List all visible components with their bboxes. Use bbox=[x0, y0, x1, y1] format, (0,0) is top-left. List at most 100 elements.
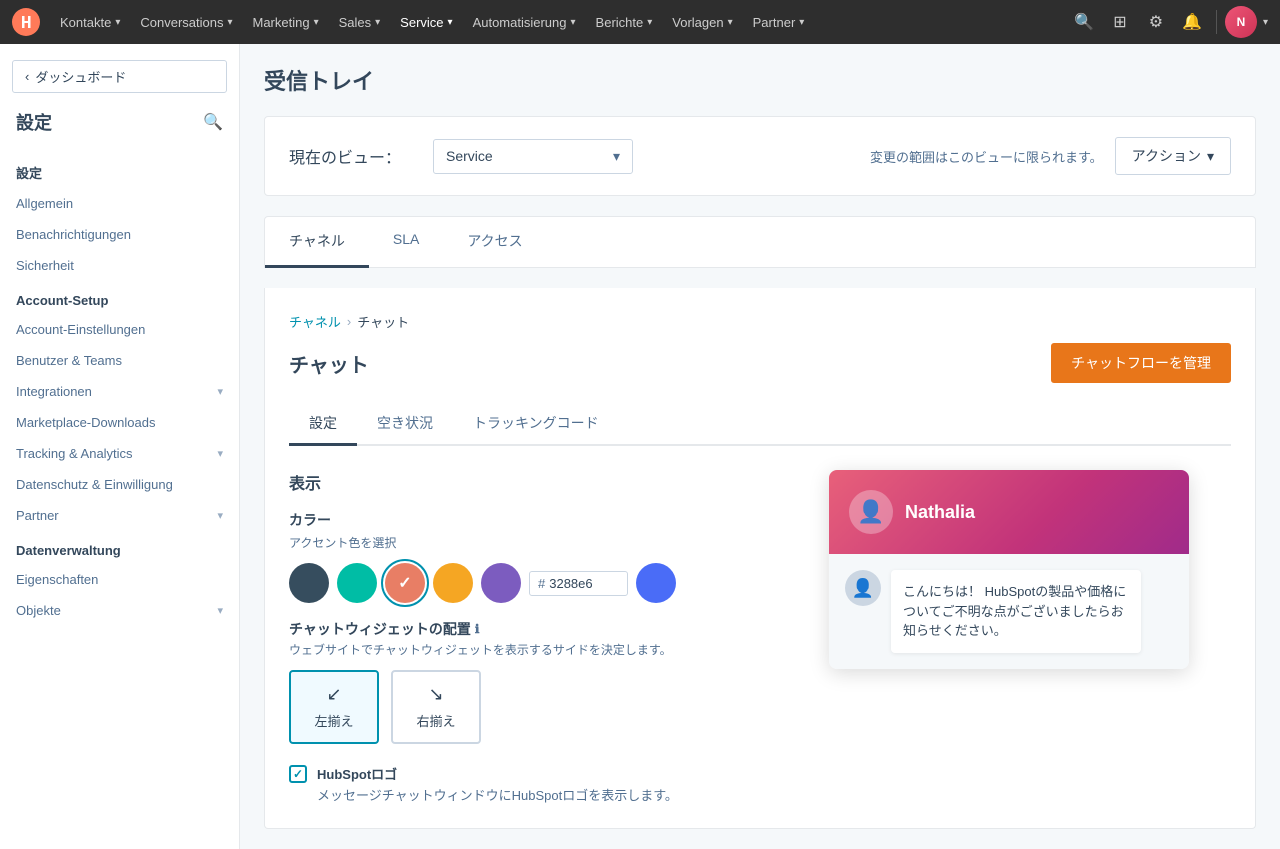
hex-hash: # bbox=[538, 576, 545, 591]
hubspot-logo[interactable] bbox=[12, 8, 40, 36]
breadcrumb-link[interactable]: チャネル bbox=[289, 312, 341, 331]
chevron-down-icon[interactable]: ▾ bbox=[1263, 17, 1268, 28]
chevron-down-icon: ▾ bbox=[217, 385, 223, 398]
nav-item-conversations[interactable]: Conversations ▾ bbox=[132, 11, 240, 34]
sidebar-item-partner[interactable]: Partner ▾ bbox=[0, 500, 239, 531]
chevron-down-icon: ▾ bbox=[217, 447, 223, 460]
tab-sla[interactable]: SLA bbox=[369, 217, 443, 268]
preview-message-text: こんにちは！ HubSpotの製品や価格についてご不明な点がございましたらお知ら… bbox=[903, 584, 1126, 638]
align-left-icon: ↙ bbox=[326, 684, 341, 705]
sidebar: ‹ ダッシュボード 設定 🔍 設定 Allgemein Benachrichti… bbox=[0, 44, 240, 849]
hubspot-logo-row: ✓ HubSpotロゴ メッセージチャットウィンドウにHubSpotロゴを表示し… bbox=[289, 764, 789, 804]
placement-label: チャットウィジェットの配置 ℹ bbox=[289, 619, 789, 639]
nav-item-automatisierung[interactable]: Automatisierung ▾ bbox=[465, 11, 584, 34]
color-sublabel: アクセント色を選択 bbox=[289, 534, 789, 551]
view-selected-value: Service bbox=[446, 148, 493, 164]
sidebar-item-eigenschaften[interactable]: Eigenschaften bbox=[0, 564, 239, 595]
swatch-salmon[interactable]: ✓ bbox=[385, 563, 425, 603]
sidebar-item-integrationen[interactable]: Integrationen ▾ bbox=[0, 376, 239, 407]
chevron-down-icon: ▾ bbox=[571, 17, 576, 28]
action-button[interactable]: アクション ▾ bbox=[1115, 137, 1231, 175]
notifications-icon[interactable]: 🔔 bbox=[1176, 6, 1208, 38]
hubspot-logo-title: HubSpotロゴ bbox=[317, 764, 678, 783]
search-icon[interactable]: 🔍 bbox=[203, 112, 223, 132]
chevron-down-icon: ▾ bbox=[217, 604, 223, 617]
nav-item-marketing[interactable]: Marketing ▾ bbox=[245, 11, 327, 34]
view-selector-left: 現在のビュー： Service ▾ bbox=[289, 139, 633, 174]
avatar[interactable]: N bbox=[1225, 6, 1257, 38]
manage-chat-flow-button[interactable]: チャットフローを管理 bbox=[1051, 343, 1231, 383]
nav-item-vorlagen[interactable]: Vorlagen ▾ bbox=[664, 11, 740, 34]
back-to-dashboard-button[interactable]: ‹ ダッシュボード bbox=[12, 60, 227, 93]
action-btn-label: アクション bbox=[1132, 146, 1201, 166]
view-label: 現在のビュー： bbox=[289, 144, 401, 168]
info-icon[interactable]: ℹ bbox=[475, 622, 480, 636]
tab-access[interactable]: アクセス bbox=[443, 217, 546, 268]
settings-icon[interactable]: ⚙ bbox=[1140, 6, 1172, 38]
view-dropdown[interactable]: Service ▾ bbox=[433, 139, 633, 174]
nav-divider bbox=[1216, 10, 1217, 34]
chevron-down-icon: ▾ bbox=[217, 509, 223, 522]
chat-section-header: チャット チャットフローを管理 bbox=[289, 343, 1231, 383]
nav-item-sales[interactable]: Sales ▾ bbox=[331, 11, 389, 34]
apply-color-button[interactable] bbox=[636, 563, 676, 603]
marketplace-icon[interactable]: ⊞ bbox=[1104, 6, 1136, 38]
breadcrumb: チャネル › チャット bbox=[289, 312, 1231, 331]
chevron-left-icon: ‹ bbox=[25, 69, 29, 84]
sidebar-section-settings: 設定 bbox=[0, 151, 239, 188]
display-section-heading: 表示 bbox=[289, 470, 789, 494]
placement-right-button[interactable]: ↘ 右揃え bbox=[391, 670, 481, 744]
inner-tabs: 設定 空き状況 トラッキングコード bbox=[289, 403, 1231, 446]
chevron-down-icon: ▾ bbox=[448, 17, 453, 28]
nav-item-berichte[interactable]: Berichte ▾ bbox=[588, 11, 661, 34]
sidebar-section-account-setup: Account-Setup bbox=[0, 281, 239, 314]
sidebar-section-datenverwaltung: Datenverwaltung bbox=[0, 531, 239, 564]
view-selector-card: 現在のビュー： Service ▾ 変更の範囲はこのビューに限られます。 アクシ… bbox=[264, 116, 1256, 196]
nav-item-partner[interactable]: Partner ▾ bbox=[745, 11, 813, 34]
chevron-down-icon: ▾ bbox=[227, 17, 232, 28]
sidebar-item-account-einstellungen[interactable]: Account-Einstellungen bbox=[0, 314, 239, 345]
inner-tab-availability[interactable]: 空き状況 bbox=[357, 403, 453, 446]
preview-panel: 👤 Nathalia 👤 こんにちは！ HubSpotの製品や価格についてご不明… bbox=[829, 470, 1189, 804]
chat-section-title: チャット bbox=[289, 349, 369, 378]
sidebar-item-datenschutz[interactable]: Datenschutz & Einwilligung bbox=[0, 469, 239, 500]
nav-item-service[interactable]: Service ▾ bbox=[392, 11, 460, 34]
search-icon[interactable]: 🔍 bbox=[1068, 6, 1100, 38]
sidebar-header: 設定 🔍 bbox=[0, 109, 239, 151]
chevron-down-icon: ▾ bbox=[728, 17, 733, 28]
preview-body: 👤 こんにちは！ HubSpotの製品や価格についてご不明な点がございましたらお… bbox=[829, 554, 1189, 669]
sidebar-item-sicherheit[interactable]: Sicherheit bbox=[0, 250, 239, 281]
top-navigation: Kontakte ▾ Conversations ▾ Marketing ▾ S… bbox=[0, 0, 1280, 44]
hex-input-wrap: # bbox=[529, 571, 628, 596]
sidebar-item-marketplace-downloads[interactable]: Marketplace-Downloads bbox=[0, 407, 239, 438]
align-right-icon: ↘ bbox=[428, 684, 443, 705]
swatch-orange[interactable] bbox=[433, 563, 473, 603]
swatch-teal[interactable] bbox=[337, 563, 377, 603]
swatch-dark-blue[interactable] bbox=[289, 563, 329, 603]
hubspot-logo-text: HubSpotロゴ メッセージチャットウィンドウにHubSpotロゴを表示します… bbox=[317, 764, 678, 804]
main-content: 受信トレイ 現在のビュー： Service ▾ 変更の範囲はこのビューに限られま… bbox=[240, 44, 1280, 849]
sidebar-item-allgemein[interactable]: Allgemein bbox=[0, 188, 239, 219]
inner-tab-tracking[interactable]: トラッキングコード bbox=[453, 403, 619, 446]
chevron-down-icon: ▾ bbox=[1207, 148, 1214, 165]
placement-left-button[interactable]: ↙ 左揃え bbox=[289, 670, 379, 744]
sidebar-item-objekte[interactable]: Objekte ▾ bbox=[0, 595, 239, 626]
view-right: 変更の範囲はこのビューに限られます。 アクション ▾ bbox=[870, 137, 1231, 175]
sidebar-item-benutzer-teams[interactable]: Benutzer & Teams bbox=[0, 345, 239, 376]
preview-header: 👤 Nathalia bbox=[829, 470, 1189, 554]
swatch-purple[interactable] bbox=[481, 563, 521, 603]
chevron-down-icon: ▾ bbox=[314, 17, 319, 28]
sidebar-item-benachrichtigungen[interactable]: Benachrichtigungen bbox=[0, 219, 239, 250]
chevron-down-icon: ▾ bbox=[613, 148, 620, 165]
inner-tab-settings[interactable]: 設定 bbox=[289, 403, 357, 446]
main-layout: ‹ ダッシュボード 設定 🔍 設定 Allgemein Benachrichti… bbox=[0, 44, 1280, 849]
nav-item-kontakte[interactable]: Kontakte ▾ bbox=[52, 11, 128, 34]
preview-avatar: 👤 bbox=[849, 490, 893, 534]
tab-channel[interactable]: チャネル bbox=[265, 217, 369, 268]
preview-card: 👤 Nathalia 👤 こんにちは！ HubSpotの製品や価格についてご不明… bbox=[829, 470, 1189, 669]
sidebar-item-tracking-analytics[interactable]: Tracking & Analytics ▾ bbox=[0, 438, 239, 469]
hubspot-logo-checkbox[interactable]: ✓ bbox=[289, 765, 307, 783]
hex-input[interactable] bbox=[549, 576, 619, 591]
chevron-down-icon: ▾ bbox=[115, 17, 120, 28]
page-title: 受信トレイ bbox=[264, 64, 1256, 96]
